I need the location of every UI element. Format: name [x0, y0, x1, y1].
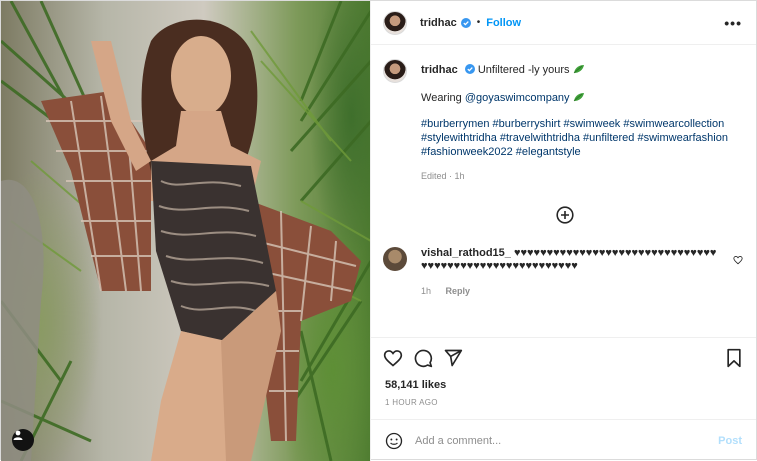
plus-circle-icon[interactable]: [556, 206, 574, 224]
share-icon[interactable]: [443, 348, 463, 368]
leaf-emoji-icon: [573, 65, 584, 74]
comment-meta: 1h Reply: [421, 285, 721, 298]
comment-icon[interactable]: [413, 348, 433, 368]
post-side-panel: tridhac • Follow ••• tridhac Unfiltered …: [370, 1, 756, 461]
reply-button[interactable]: Reply: [446, 286, 471, 296]
caption-username[interactable]: tridhac: [421, 64, 458, 76]
post-time[interactable]: 1 HOUR AGO: [385, 398, 438, 407]
comment-username[interactable]: vishal_rathod15_: [421, 247, 511, 259]
photo-illustration: [1, 1, 371, 461]
comment-like-icon[interactable]: [733, 255, 743, 265]
comment-avatar[interactable]: [383, 247, 408, 271]
post-comment-button[interactable]: Post: [718, 435, 742, 447]
comment-item: vishal_rathod15_ ♥♥♥♥♥♥♥♥♥♥♥♥♥♥♥♥♥♥♥♥♥♥♥…: [383, 247, 745, 298]
comment-time: 1h: [421, 286, 432, 296]
heart-icon[interactable]: [383, 348, 403, 368]
comment-body: vishal_rathod15_ ♥♥♥♥♥♥♥♥♥♥♥♥♥♥♥♥♥♥♥♥♥♥♥…: [421, 247, 721, 298]
leaf-emoji-icon: [573, 93, 584, 102]
verified-icon: [460, 17, 471, 28]
post-photo[interactable]: [1, 1, 371, 461]
comment-composer: Post: [371, 419, 756, 461]
author-username[interactable]: tridhac: [420, 17, 457, 29]
emoji-icon[interactable]: [385, 432, 403, 450]
caption-avatar[interactable]: [383, 59, 408, 83]
follow-button[interactable]: Follow: [486, 17, 521, 29]
comment-input[interactable]: [415, 434, 696, 447]
author-avatar[interactable]: [383, 10, 408, 35]
caption-hashtags[interactable]: #burberrymen #burberryshirt #swimweek #s…: [421, 117, 741, 159]
post-header: tridhac • Follow •••: [371, 1, 756, 45]
separator-dot: •: [476, 17, 481, 28]
user-tag-icon[interactable]: [12, 429, 34, 451]
post-modal: tridhac • Follow ••• tridhac Unfiltered …: [0, 0, 757, 461]
verified-icon: [464, 64, 475, 74]
caption-wearing: Wearing: [421, 92, 462, 104]
action-bar: [371, 337, 756, 375]
caption-mention[interactable]: @goyaswimcompany: [465, 92, 570, 104]
caption-title: Unfiltered -ly yours: [477, 64, 570, 76]
more-icon[interactable]: •••: [724, 15, 742, 31]
post-caption: tridhac Unfiltered -ly yours Wearing @go…: [383, 59, 743, 183]
caption-edited: Edited · 1h: [421, 171, 465, 181]
caption-body: tridhac Unfiltered -ly yours Wearing @go…: [421, 59, 743, 183]
bookmark-icon[interactable]: [724, 348, 744, 368]
likes-count[interactable]: 58,141 likes: [385, 379, 446, 391]
